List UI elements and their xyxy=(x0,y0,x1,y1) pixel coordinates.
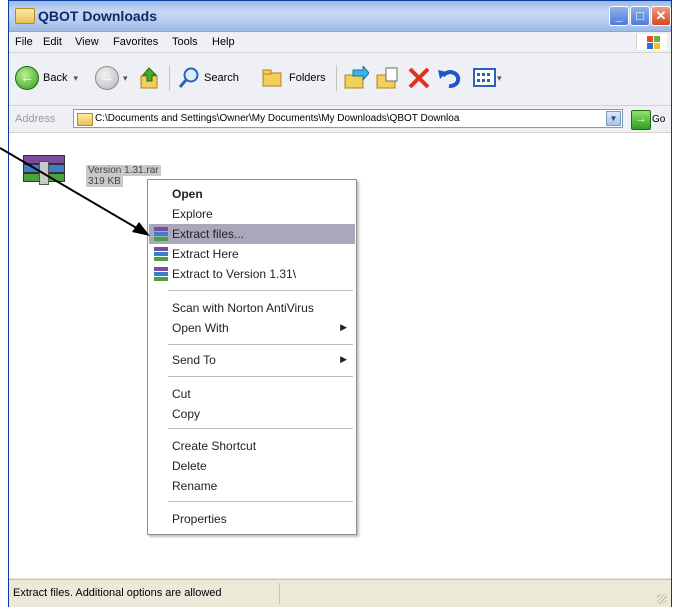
winrar-icon xyxy=(154,227,168,241)
menu-item-label: Extract Here xyxy=(172,247,239,261)
menu-bar: File Edit View Favorites Tools Help xyxy=(9,32,671,53)
menu-help[interactable]: Help xyxy=(212,36,235,48)
copy-to-button[interactable] xyxy=(375,63,401,93)
views-icon xyxy=(473,68,496,87)
undo-button[interactable] xyxy=(437,63,461,93)
menu-item-extract-to[interactable]: Extract to Version 1.31\ xyxy=(149,264,355,284)
menu-item-open[interactable]: Open xyxy=(149,184,355,204)
views-button[interactable]: ▾ xyxy=(473,63,502,93)
menu-item-create-shortcut[interactable]: Create Shortcut xyxy=(149,436,355,456)
status-bar: Extract files. Additional options are al… xyxy=(9,579,671,607)
menu-item-label: Rename xyxy=(172,479,218,493)
menu-separator xyxy=(168,501,353,502)
forward-dropdown-icon[interactable]: ▾ xyxy=(123,73,128,84)
search-icon xyxy=(178,67,199,88)
forward-arrow-icon: → xyxy=(95,66,119,90)
menu-item-label: Copy xyxy=(172,407,201,421)
menu-item-label: Explore xyxy=(172,207,213,221)
move-to-button[interactable] xyxy=(343,63,369,93)
menu-item-label: Extract files... xyxy=(172,227,245,241)
menu-item-delete[interactable]: Delete xyxy=(149,456,355,476)
menu-tools[interactable]: Tools xyxy=(172,36,198,48)
menu-item-label: Cut xyxy=(172,387,191,401)
minimize-button[interactable]: _ xyxy=(609,6,629,26)
title-bar[interactable]: QBOT Downloads _ □ ✕ xyxy=(9,1,671,32)
submenu-arrow-icon: ▶ xyxy=(340,354,347,364)
go-arrow-icon[interactable]: → xyxy=(631,110,651,130)
window-title: QBOT Downloads xyxy=(38,8,157,24)
menu-item-label: Delete xyxy=(172,459,207,473)
address-input[interactable]: C:\Documents and Settings\Owner\My Docum… xyxy=(73,109,623,128)
menu-item-copy[interactable]: Copy xyxy=(149,404,355,424)
address-value: C:\Documents and Settings\Owner\My Docum… xyxy=(95,113,460,124)
rar-archive-icon xyxy=(23,155,65,185)
menu-favorites[interactable]: Favorites xyxy=(113,36,158,48)
folder-icon xyxy=(15,8,35,24)
copy-to-folder-icon xyxy=(376,67,398,89)
back-dropdown-icon[interactable]: ▾ xyxy=(73,73,78,84)
menu-view[interactable]: View xyxy=(75,36,99,48)
menu-separator xyxy=(168,290,353,291)
up-folder-button[interactable] xyxy=(139,63,161,93)
menu-item-cut[interactable]: Cut xyxy=(149,384,355,404)
menu-item-label: Extract to Version 1.31\ xyxy=(172,267,297,281)
winrar-icon xyxy=(154,247,168,261)
folders-label: Folders xyxy=(289,72,326,84)
menu-item-extract-here[interactable]: Extract Here xyxy=(149,244,355,264)
menu-separator xyxy=(168,376,353,377)
search-label: Search xyxy=(204,72,239,84)
maximize-button[interactable]: □ xyxy=(630,6,650,26)
menu-file[interactable]: File xyxy=(15,36,33,48)
address-dropdown-icon[interactable]: ▼ xyxy=(606,111,621,126)
menu-item-label: Scan with Norton AntiVirus xyxy=(172,301,314,315)
menu-item-properties[interactable]: Properties xyxy=(149,509,355,529)
up-folder-icon xyxy=(140,67,158,89)
menu-item-label: Create Shortcut xyxy=(172,439,257,453)
file-name[interactable]: Version 1.31.rar xyxy=(86,165,161,176)
back-arrow-icon: ← xyxy=(15,66,39,90)
menu-item-label: Send To xyxy=(172,353,216,367)
go-button[interactable]: Go xyxy=(652,114,665,125)
delete-x-icon xyxy=(408,67,430,89)
resize-grip-icon[interactable] xyxy=(657,594,667,604)
back-label: Back xyxy=(43,72,68,84)
menu-item-send-to[interactable]: Send To ▶ xyxy=(149,350,355,370)
context-menu: Open Explore Extract files... Extract He… xyxy=(147,179,357,535)
menu-separator xyxy=(168,428,353,429)
views-dropdown-icon[interactable]: ▾ xyxy=(497,73,502,84)
menu-edit[interactable]: Edit xyxy=(43,36,62,48)
menu-item-label: Properties xyxy=(172,512,227,526)
menu-item-extract-files[interactable]: Extract files... xyxy=(149,224,355,244)
menu-item-rename[interactable]: Rename xyxy=(149,476,355,496)
delete-button[interactable] xyxy=(407,63,431,93)
file-size: 319 KB xyxy=(86,176,123,187)
status-text: Extract files. Additional options are al… xyxy=(13,587,222,599)
menu-item-explore[interactable]: Explore xyxy=(149,204,355,224)
menu-item-scan-norton[interactable]: Scan with Norton AntiVirus xyxy=(149,298,355,318)
address-bar: Address C:\Documents and Settings\Owner\… xyxy=(9,106,671,133)
status-divider xyxy=(279,583,280,604)
toolbar-separator xyxy=(169,65,170,91)
address-label: Address xyxy=(15,113,56,125)
undo-icon xyxy=(438,70,461,89)
menu-item-label: Open With xyxy=(172,321,229,335)
windows-logo-icon xyxy=(636,34,667,50)
close-button[interactable]: ✕ xyxy=(651,6,671,26)
folders-button[interactable]: Folders xyxy=(261,63,326,93)
toolbar-separator xyxy=(336,65,337,91)
folder-icon xyxy=(77,113,93,126)
menu-item-open-with[interactable]: Open With ▶ xyxy=(149,318,355,338)
forward-button[interactable]: → ▾ xyxy=(95,63,128,93)
folders-icon xyxy=(262,69,282,87)
search-button[interactable]: Search xyxy=(177,63,239,93)
toolbar: ← Back ▾ → ▾ Search Folders ▾ xyxy=(9,53,671,106)
menu-separator xyxy=(168,344,353,345)
submenu-arrow-icon: ▶ xyxy=(340,322,347,332)
menu-item-label: Open xyxy=(172,187,203,201)
back-button[interactable]: ← Back ▾ xyxy=(15,63,78,93)
winrar-icon xyxy=(154,267,168,281)
move-to-folder-icon xyxy=(344,66,369,89)
